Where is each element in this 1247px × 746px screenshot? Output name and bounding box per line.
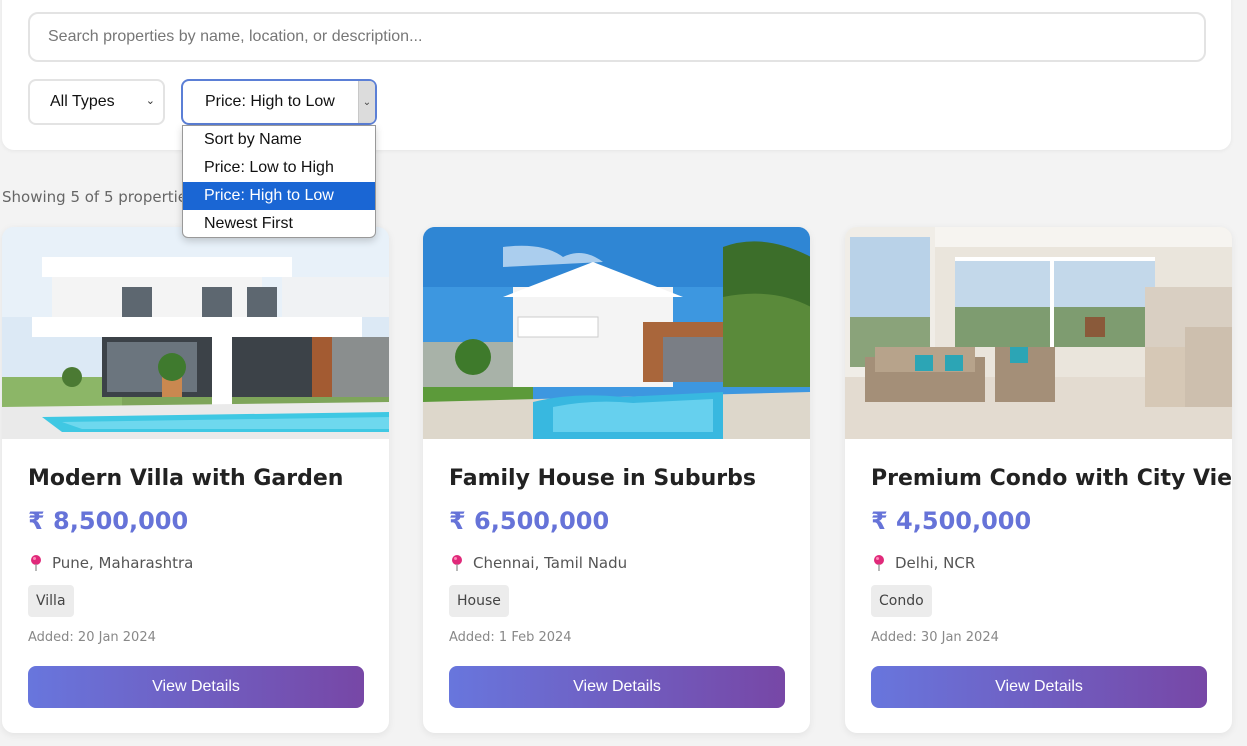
property-card: Modern Villa with Garden ₹ 8,500,000 Pun…	[2, 227, 389, 733]
property-price: ₹ 8,500,000	[28, 507, 189, 535]
property-title: Premium Condo with City View	[871, 466, 1232, 491]
property-title: Modern Villa with Garden	[28, 466, 344, 491]
property-price: ₹ 4,500,000	[871, 507, 1032, 535]
property-type-badge: House	[449, 585, 509, 617]
sort-dropdown-list: Sort by Name Price: Low to High Price: H…	[182, 125, 376, 238]
sort-option-price-low-high[interactable]: Price: Low to High	[183, 154, 375, 182]
property-image	[845, 227, 1232, 439]
chevron-down-icon: ⌄	[358, 81, 375, 123]
type-select[interactable]: All Types ⌄	[28, 79, 165, 125]
results-count: Showing 5 of 5 properties	[2, 188, 195, 206]
property-image	[423, 227, 810, 439]
sort-select-value: Price: High to Low	[205, 93, 335, 110]
property-added-date: Added: 1 Feb 2024	[449, 630, 572, 645]
sort-select[interactable]: Price: High to Low ⌄	[181, 79, 377, 125]
view-details-button[interactable]: View Details	[28, 666, 364, 708]
sort-option-newest[interactable]: Newest First	[183, 210, 375, 238]
type-select-value: All Types	[50, 93, 115, 110]
property-type-badge: Villa	[28, 585, 74, 617]
property-location: Chennai, Tamil Nadu	[449, 554, 627, 572]
property-location: Delhi, NCR	[871, 554, 975, 572]
location-pin-icon	[31, 555, 41, 571]
location-pin-icon	[452, 555, 462, 571]
property-location-text: Chennai, Tamil Nadu	[473, 554, 628, 572]
sort-option-name[interactable]: Sort by Name	[183, 126, 375, 154]
property-card: Premium Condo with City View ₹ 4,500,000…	[845, 227, 1232, 733]
chevron-down-icon: ⌄	[145, 95, 155, 107]
view-details-button[interactable]: View Details	[449, 666, 785, 708]
sort-option-price-high-low[interactable]: Price: High to Low	[183, 182, 375, 210]
property-location: Pune, Maharashtra	[28, 554, 193, 572]
property-added-date: Added: 30 Jan 2024	[871, 630, 999, 645]
property-title: Family House in Suburbs	[449, 466, 756, 491]
property-price: ₹ 6,500,000	[449, 507, 610, 535]
property-type-badge: Condo	[871, 585, 932, 617]
search-input[interactable]	[28, 12, 1206, 62]
property-card: Family House in Suburbs ₹ 6,500,000 Chen…	[423, 227, 810, 733]
property-location-text: Delhi, NCR	[895, 554, 976, 572]
property-added-date: Added: 20 Jan 2024	[28, 630, 156, 645]
property-image	[2, 227, 389, 439]
property-location-text: Pune, Maharashtra	[52, 554, 194, 572]
location-pin-icon	[874, 555, 884, 571]
view-details-button[interactable]: View Details	[871, 666, 1207, 708]
